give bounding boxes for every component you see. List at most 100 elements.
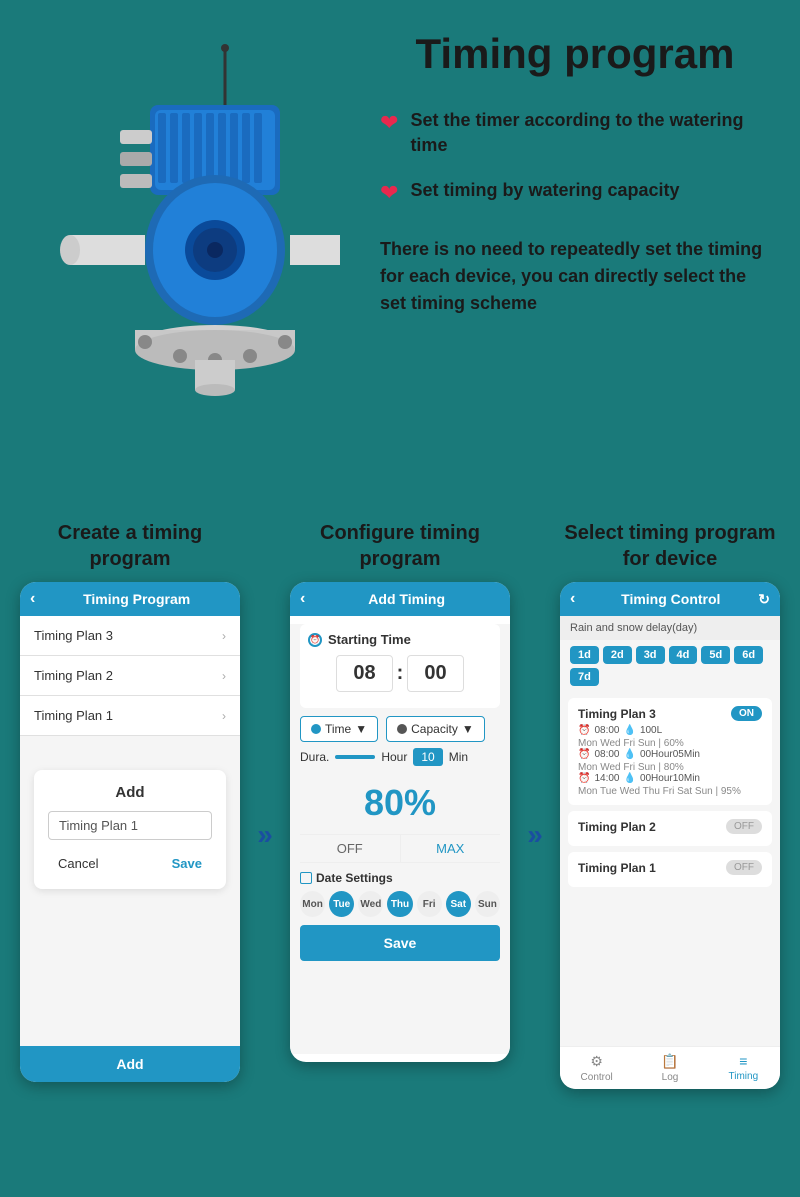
chevron-right-icon: › [222, 629, 226, 643]
day-wed[interactable]: Wed [358, 891, 383, 917]
chevron-right-icon: › [222, 709, 226, 723]
day-sun[interactable]: Sun [475, 891, 500, 917]
phone-3-body: Rain and snow delay(day) 1d 2d 3d 4d 5d … [560, 616, 780, 1046]
capacity-icon-s2: 💧 [623, 749, 635, 760]
save-button[interactable]: Save [162, 852, 212, 875]
plan-name: Timing Plan 3 [34, 628, 113, 643]
time-colon: : [397, 662, 404, 685]
dropdown-dot-icon [311, 724, 321, 734]
list-item[interactable]: Timing Plan 1 › [20, 696, 240, 736]
plan-1-header: Timing Plan 1 OFF [578, 860, 762, 875]
day-tue[interactable]: Tue [329, 891, 354, 917]
log-icon: 📋 [661, 1053, 678, 1070]
arrow-2: » [520, 759, 550, 851]
capacity-dropdown[interactable]: Capacity ▼ [386, 716, 485, 742]
step-1-title: Create a timing program [20, 520, 240, 572]
plan-name: Timing Plan 1 [34, 708, 113, 723]
phone-3-header-title: Timing Control [583, 591, 758, 607]
day-chip-1d[interactable]: 1d [570, 646, 599, 664]
step-1: Create a timing program ‹ Timing Program… [20, 520, 240, 1089]
phone-1-body: Timing Plan 3 › Timing Plan 2 › Timing P… [20, 616, 240, 1046]
phone-2: ‹ Add Timing ⏰ Starting Time 08 : 00 [290, 582, 510, 1062]
day-chip-2d[interactable]: 2d [603, 646, 632, 664]
arrow-1: » [250, 759, 280, 851]
schedule-time-3: 14:00 [594, 773, 619, 784]
right-info: Timing program ❤ Set the timer according… [360, 20, 770, 317]
nav-control-label: Control [581, 1072, 613, 1083]
add-footer-button[interactable]: Add [20, 1046, 240, 1082]
plan-3-name: Timing Plan 3 [578, 707, 656, 721]
rain-delay-label: Rain and snow delay(day) [560, 616, 780, 640]
dialog-buttons: Cancel Save [48, 852, 212, 875]
plan-3-toggle[interactable]: ON [731, 706, 762, 721]
schedule-cap-2: 00Hour05Min [640, 749, 700, 760]
day-chip-3d[interactable]: 3d [636, 646, 665, 664]
top-section: Timing program ❤ Set the timer according… [0, 0, 800, 520]
nav-control[interactable]: ⚙ Control [560, 1053, 633, 1083]
dialog-input[interactable]: Timing Plan 1 [48, 811, 212, 840]
bullet-item-1: ❤ Set the timer according to the waterin… [380, 108, 770, 158]
minute-display: 00 [407, 655, 463, 692]
step-3-title: Select timing program for device [560, 520, 780, 572]
day-mon[interactable]: Mon [300, 891, 325, 917]
off-button[interactable]: OFF [300, 835, 401, 862]
bullet-item-2: ❤ Set timing by watering capacity [380, 178, 770, 206]
days-row: Mon Tue Wed Thu Fri Sat Sun [300, 891, 500, 917]
max-button[interactable]: MAX [401, 835, 501, 862]
capacity-icon-s1: 💧 [623, 725, 635, 736]
control-icon: ⚙ [590, 1053, 603, 1070]
back-arrow-1[interactable]: ‹ [30, 590, 35, 608]
plan-2-item: Timing Plan 2 OFF [568, 811, 772, 846]
add-dialog: Add Timing Plan 1 Cancel Save [34, 770, 226, 889]
heart-icon-1: ❤ [380, 110, 398, 136]
plan-2-name: Timing Plan 2 [578, 820, 656, 834]
schedule-row-3: ⏰ 14:00 💧 00Hour10Min [578, 773, 762, 784]
phone-2-header-title: Add Timing [313, 591, 500, 607]
date-label: Date Settings [300, 871, 500, 885]
day-chip-6d[interactable]: 6d [734, 646, 763, 664]
duration-bar [335, 755, 375, 759]
plan-1-item: Timing Plan 1 OFF [568, 852, 772, 887]
plan-2-toggle[interactable]: OFF [726, 819, 762, 834]
clock-icon-s2: ⏰ [578, 749, 590, 760]
nav-timing[interactable]: ≡ Timing [707, 1053, 780, 1083]
phone-2-body: ⏰ Starting Time 08 : 00 Time [290, 624, 510, 1054]
schedule-row-2: ⏰ 08:00 💧 00Hour05Min [578, 749, 762, 760]
cancel-button[interactable]: Cancel [48, 852, 108, 875]
nav-log[interactable]: 📋 Log [633, 1053, 706, 1083]
forward-arrow-icon: » [257, 819, 273, 851]
percent-display: 80% [290, 772, 510, 834]
time-dropdown[interactable]: Time ▼ [300, 716, 378, 742]
schedule-days-2: Mon Wed Fri Sun | 80% [578, 762, 762, 773]
day-chip-7d[interactable]: 7d [570, 668, 599, 686]
list-item[interactable]: Timing Plan 2 › [20, 656, 240, 696]
min-label: Min [449, 750, 468, 764]
plan-3-item: Timing Plan 3 ON ⏰ 08:00 💧 100L Mon Wed … [568, 698, 772, 805]
clock-icon-s3: ⏰ [578, 773, 590, 784]
list-item[interactable]: Timing Plan 3 › [20, 616, 240, 656]
schedule-cap-3: 00Hour10Min [640, 773, 700, 784]
device-image-container [20, 20, 360, 420]
plan-1-toggle[interactable]: OFF [726, 860, 762, 875]
plan-name: Timing Plan 2 [34, 668, 113, 683]
day-fri[interactable]: Fri [417, 891, 442, 917]
save-button[interactable]: Save [300, 925, 500, 961]
plan-2-header: Timing Plan 2 OFF [578, 819, 762, 834]
spacer [20, 736, 240, 756]
plan-1-name: Timing Plan 1 [578, 861, 656, 875]
phone-2-header: ‹ Add Timing [290, 582, 510, 616]
nav-timing-label: Timing [729, 1071, 759, 1082]
day-thu[interactable]: Thu [387, 891, 412, 917]
back-arrow-3[interactable]: ‹ [570, 590, 575, 608]
day-chip-5d[interactable]: 5d [701, 646, 730, 664]
date-section: Date Settings Mon Tue Wed Thu Fri Sat Su… [300, 871, 500, 917]
back-arrow-2[interactable]: ‹ [300, 590, 305, 608]
refresh-icon[interactable]: ↻ [758, 591, 770, 608]
dialog-title: Add [48, 784, 212, 801]
bullet-text-1: Set the timer according to the watering … [410, 108, 770, 158]
phone-3-header: ‹ Timing Control ↻ [560, 582, 780, 616]
time-display: 08 : 00 [308, 655, 492, 692]
phone-1-header-title: Timing Program [43, 591, 230, 607]
day-chip-4d[interactable]: 4d [669, 646, 698, 664]
day-sat[interactable]: Sat [446, 891, 471, 917]
